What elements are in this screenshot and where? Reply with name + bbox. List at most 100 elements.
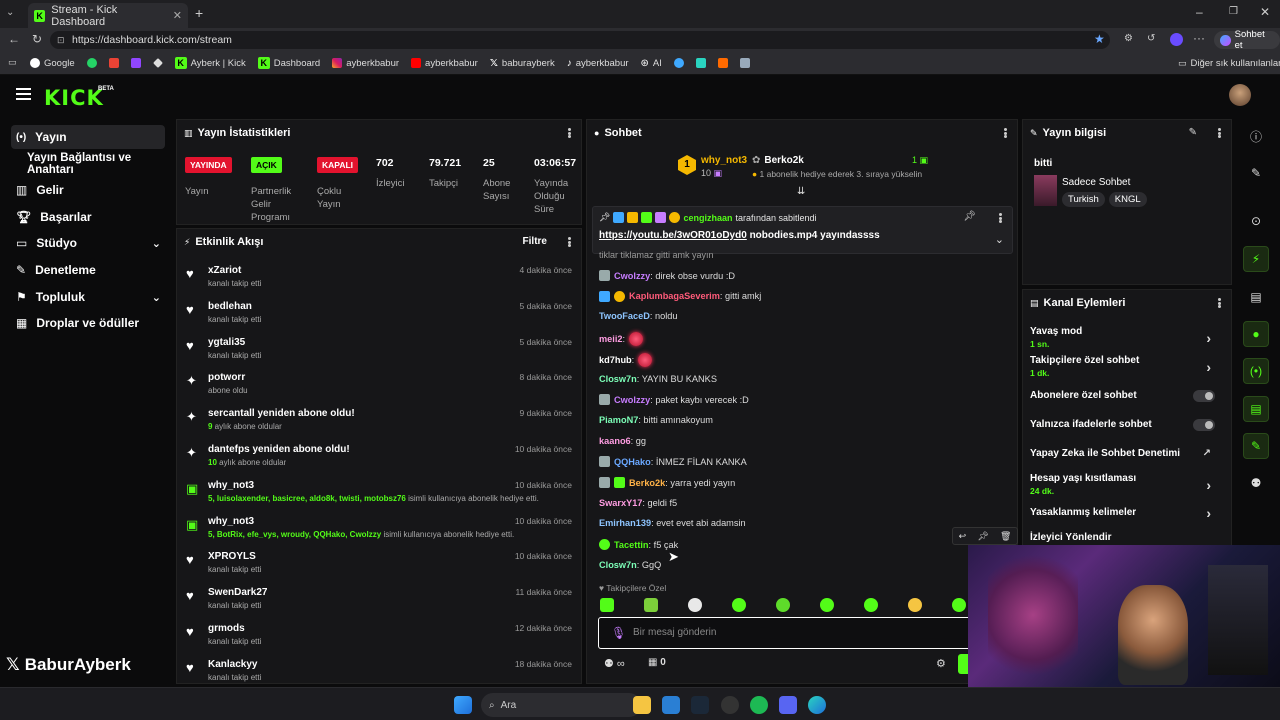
chat-more-icon[interactable] (1004, 128, 1007, 138)
edit-icon[interactable]: ✎ (1189, 127, 1197, 138)
extensions-icon[interactable]: ⚙ (1124, 33, 1133, 44)
bookmark-gmail[interactable] (108, 58, 119, 68)
chat-message[interactable]: KaplumbagaSeverim: gitti amkj (599, 290, 761, 302)
delete-icon[interactable]: 🗑︎ (1000, 531, 1011, 542)
chat-input[interactable]: 🎙︎ Bir mesaj gönderin (598, 617, 978, 649)
chat-username[interactable]: meii2 (599, 334, 623, 344)
edge-icon[interactable] (808, 696, 826, 714)
chat-message[interactable]: Emirhan139: evet evet abi adamsin (599, 518, 746, 528)
chat-message[interactable]: Closw7n: YAYIN BU KANKS (599, 374, 717, 384)
actions-icon[interactable]: ▤ (1243, 396, 1269, 422)
stream-category[interactable]: Sadece Sohbet (1062, 177, 1130, 188)
sidebar-item-droplar[interactable]: ▦ Droplar ve ödüller (11, 311, 165, 335)
bookmark-twitch[interactable] (130, 58, 141, 68)
filter-button[interactable]: Filtre (523, 236, 547, 247)
channel-action-item[interactable]: Yasaklanmış kelimeler › (1030, 505, 1225, 521)
collapse-icon[interactable]: ⇊ (797, 186, 805, 197)
channel-action-item[interactable]: Takipçilere özel sohbet 1 dk. › (1030, 355, 1225, 378)
chat-message[interactable]: SwarxY17: geldi f5 (599, 498, 677, 508)
discord-icon[interactable] (779, 696, 797, 714)
reply-icon[interactable]: ↩ (959, 531, 967, 542)
tab-menu-icon[interactable]: ⌄ (6, 7, 20, 21)
steam-icon[interactable] (691, 696, 709, 714)
top-gifter-name[interactable]: why_not3 (701, 155, 747, 166)
history-icon[interactable]: ↺ (1147, 33, 1155, 44)
chat-username[interactable]: Closw7n (599, 374, 637, 384)
copilot-button[interactable]: Sohbet et (1214, 29, 1280, 51)
close-tab-icon[interactable]: ✕ (173, 9, 182, 22)
chat-message[interactable]: Berko2k: yarra yedi yayın (599, 477, 735, 488)
obs-icon[interactable] (721, 696, 739, 714)
broadcast-icon[interactable]: (•) (1243, 358, 1269, 384)
taskbar-search[interactable]: ⌕ Ara (481, 693, 641, 717)
new-tab-icon[interactable]: + (195, 5, 203, 21)
channel-action-item[interactable]: İzleyici Yönlendir (1030, 532, 1225, 543)
sidebar-item-yayin[interactable]: (•) Yayın (11, 125, 165, 149)
browser-tab[interactable]: K Stream - Kick Dashboard ✕ (28, 3, 188, 28)
chat-message[interactable]: kd7hub: (599, 352, 653, 367)
bookmark-tiktok[interactable]: ♪ ayberkbabur (567, 58, 629, 69)
chat-username[interactable]: Tacettin (614, 540, 649, 550)
bolt-icon[interactable]: ⚡︎ (1243, 246, 1269, 272)
bookmark-cloud[interactable] (673, 58, 684, 68)
bookmark-x[interactable]: 𝕏baburayberk (490, 58, 555, 69)
channel-action-item[interactable]: Hesap yaşı kısıtlaması 24 dk. › (1030, 473, 1225, 496)
info-icon[interactable]: ⓘ (1246, 126, 1266, 146)
chat-icon[interactable]: ● (1243, 321, 1269, 347)
sidebar-item-gelir[interactable]: ▥ Gelir (11, 178, 165, 202)
chat-username[interactable]: kaano6 (599, 436, 631, 446)
gift-target[interactable]: ✿ Berko2k (752, 155, 804, 166)
sidebar-item-studyo[interactable]: ▭ Stüdyo ⌄ (11, 231, 165, 255)
kick-logo[interactable]: KICK (44, 86, 104, 110)
activity-name[interactable]: grmods (208, 623, 245, 634)
chat-message[interactable]: Cwolzzy: paket kaybı verecek :D (599, 394, 749, 406)
microphone-icon[interactable]: 🎙︎ (611, 626, 626, 640)
points-icon[interactable]: ⚉ ∞ (604, 657, 625, 670)
store-points[interactable]: ▦ 0 (648, 657, 666, 668)
share-icon[interactable]: ⚉ (1246, 473, 1266, 493)
channel-actions-more-icon[interactable] (1218, 298, 1221, 308)
chat-username[interactable]: KaplumbagaSeverim (629, 291, 720, 301)
activity-name[interactable]: SwenDark27 (208, 587, 267, 598)
edit-icon[interactable]: ✎ (1246, 163, 1266, 183)
chat-username[interactable]: PiamoN7 (599, 415, 638, 425)
other-bookmarks[interactable]: ▭ Diğer sık kullanılanlar (1178, 58, 1280, 69)
windows-start-icon[interactable] (454, 696, 472, 714)
chat-username[interactable]: Berko2k (629, 478, 665, 488)
activity-more-icon[interactable] (568, 237, 571, 247)
document-icon[interactable]: ▤ (1246, 287, 1266, 307)
chat-message[interactable]: Cwolzzy: direk obse vurdu :D (599, 270, 735, 281)
activity-name[interactable]: XPROYLS (208, 551, 256, 562)
favorite-star-icon[interactable]: ★ (1094, 32, 1105, 46)
reload-icon[interactable]: ↻ (32, 32, 42, 46)
maximize-icon[interactable]: ❐ (1229, 6, 1238, 17)
activity-name[interactable]: why_not3 (208, 480, 254, 491)
stats-more-icon[interactable] (568, 128, 571, 138)
channel-action-item[interactable]: Yapay Zeka ile Sohbet Denetimi ↗ (1030, 448, 1225, 459)
focus-icon[interactable]: ⊙ (1246, 211, 1266, 231)
site-info-icon[interactable]: ⊡ (57, 31, 65, 49)
stream-info-more-icon[interactable] (1218, 128, 1221, 138)
chat-username[interactable]: Emirhan139 (599, 518, 651, 528)
pinned-message[interactable]: 📌︎ cengizhaan tarafından sabitlendi http… (592, 206, 1013, 254)
emote-icon[interactable] (952, 598, 966, 612)
chat-message[interactable]: meii2: (599, 332, 644, 347)
close-window-icon[interactable]: ✕ (1260, 5, 1270, 19)
file-explorer-icon[interactable] (633, 696, 651, 714)
user-avatar[interactable] (1229, 84, 1251, 106)
chat-username[interactable]: TwooFaceD (599, 311, 650, 321)
back-icon[interactable]: ← (8, 32, 20, 46)
emote-icon[interactable] (776, 598, 790, 612)
pinned-more-icon[interactable] (999, 213, 1002, 223)
chat-username[interactable]: kd7hub (599, 355, 632, 365)
sidebar-item-denetleme[interactable]: ✎ Denetleme (11, 258, 165, 282)
emote-icon[interactable] (600, 598, 614, 612)
wrench-icon[interactable]: ✎ (1243, 433, 1269, 459)
channel-action-item[interactable]: Yavaş mod 1 sn. › (1030, 326, 1225, 349)
bookmark-ayberk-kick[interactable]: K Ayberk | Kick (174, 57, 246, 69)
store-icon[interactable] (662, 696, 680, 714)
expand-chevron-icon[interactable]: ⌄ (995, 233, 1004, 246)
chat-username[interactable]: Cwolzzy (614, 271, 650, 281)
emote-icon[interactable] (908, 598, 922, 612)
bookmark-dashboard[interactable]: K Dashboard (257, 57, 320, 69)
